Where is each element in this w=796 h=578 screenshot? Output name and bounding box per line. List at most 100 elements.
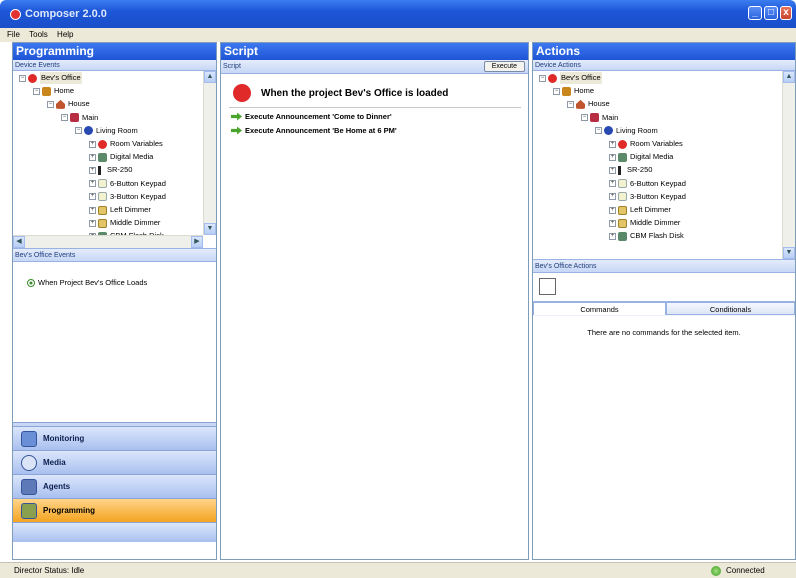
menu-tools[interactable]: Tools (29, 28, 48, 42)
events-tree-node[interactable]: +6-Button Keypad (89, 178, 166, 190)
actions-tree-node[interactable]: − Main (581, 112, 618, 124)
command-1-text: Execute Announcement 'Come to Dinner' (245, 112, 392, 121)
events-tree-node[interactable]: + SR-250 (89, 164, 132, 176)
expand-icon[interactable]: + (609, 153, 616, 161)
script-command-1[interactable]: Execute Announcement 'Come to Dinner' (231, 112, 392, 121)
expand-icon[interactable]: + (609, 206, 616, 214)
script-pane: Script Script Execute When the project B… (220, 42, 529, 560)
radio-icon (27, 278, 35, 287)
expand-icon[interactable]: + (89, 153, 96, 161)
maximize-button[interactable]: □ (764, 6, 778, 20)
device-events-tree[interactable]: +CBM Flash Disk+Middle Dimmer+Left Dimme… (13, 71, 216, 248)
events-tree-node[interactable]: + Room Variables (89, 138, 163, 150)
device-actions-vscroll[interactable]: ▲ ▼ (782, 71, 795, 259)
script-sub-text: Script (223, 63, 241, 70)
events-tree-node[interactable]: + Middle Dimmer (89, 217, 160, 229)
events-tree-node[interactable]: +3-Button Keypad (89, 191, 166, 203)
events-tree-node[interactable]: − Living Room (75, 125, 138, 137)
events-tree-label: 3-Button Keypad (110, 191, 166, 201)
collapse-icon[interactable]: − (61, 114, 68, 122)
media-icon (618, 152, 627, 162)
expand-icon[interactable]: + (609, 180, 616, 188)
actions-header: Actions (533, 43, 795, 60)
expand-icon[interactable]: + (609, 166, 616, 174)
expand-icon[interactable]: + (609, 193, 616, 201)
actions-tree-node[interactable]: − Home (553, 85, 594, 97)
actions-tree-label: Living Room (616, 125, 658, 135)
collapse-icon[interactable]: − (567, 100, 574, 108)
nav-monitoring-label: Monitoring (43, 434, 85, 443)
events-tree-node[interactable]: + Left Dimmer (89, 204, 151, 216)
expand-icon[interactable]: + (89, 193, 96, 201)
device-actions-tree[interactable]: + CBM Flash Disk + Middle Dimmer + Left Dimme… (533, 71, 795, 259)
expand-icon[interactable]: + (609, 140, 616, 148)
menu-file[interactable]: File (7, 28, 20, 42)
expand-icon[interactable]: + (609, 219, 616, 227)
actions-tree-node[interactable]: + Left Dimmer (609, 204, 671, 216)
actions-tree-label: Room Variables (630, 139, 683, 148)
programming-icon (21, 502, 37, 519)
nav-programming-label: Programming (43, 506, 96, 515)
scroll-left-icon[interactable]: ◀ (13, 236, 25, 248)
events-tree-label: Middle Dimmer (110, 218, 161, 228)
expand-icon[interactable]: + (89, 166, 96, 174)
scroll-down-icon[interactable]: ▼ (783, 247, 795, 259)
collapse-icon[interactable]: − (19, 74, 26, 82)
script-command-2[interactable]: Execute Announcement 'Be Home at 6 PM' (231, 126, 397, 135)
actions-tree-node[interactable]: − Living Room (595, 125, 658, 137)
scroll-up-icon[interactable]: ▲ (204, 71, 216, 83)
nav-agents[interactable]: Agents (13, 474, 216, 498)
room-icon (84, 126, 93, 136)
action-placeholder-box[interactable] (539, 278, 556, 295)
actions-tree-node[interactable]: +6-Button Keypad (609, 178, 686, 190)
events-tree-label: Room Variables (110, 139, 163, 148)
actions-tree-node[interactable]: + Room Variables (609, 138, 683, 150)
execute-button[interactable]: Execute (483, 61, 525, 72)
window-title: Composer 2.0.0 (25, 8, 107, 20)
events-tree-node[interactable]: − House (47, 98, 90, 110)
expand-icon[interactable]: + (89, 219, 96, 227)
expand-icon[interactable]: + (89, 206, 96, 214)
actions-tree-node[interactable]: + CBM Flash Disk (609, 230, 684, 242)
scroll-down-icon[interactable]: ▼ (204, 223, 216, 235)
expand-icon[interactable]: + (609, 232, 616, 240)
nav-media[interactable]: Media (13, 450, 216, 474)
collapse-icon[interactable]: − (553, 87, 560, 95)
collapse-icon[interactable]: − (47, 100, 54, 108)
collapse-icon[interactable]: − (75, 127, 82, 135)
expand-icon[interactable]: + (89, 180, 96, 188)
actions-tree-node[interactable]: + Middle Dimmer (609, 217, 680, 229)
events-tree-node[interactable]: − Main (61, 112, 98, 124)
events-tree-node[interactable]: − Home (33, 85, 74, 97)
device-events-hscroll[interactable]: ◀ ▶ (13, 235, 203, 248)
collapse-icon[interactable]: − (33, 87, 40, 95)
scroll-right-icon[interactable]: ▶ (191, 236, 203, 248)
actions-tree-node[interactable]: +3-Button Keypad (609, 191, 686, 203)
event-item[interactable]: When Project Bev's Office Loads (27, 278, 147, 287)
monitoring-icon (21, 430, 37, 447)
minimize-button[interactable]: _ (748, 6, 762, 20)
nav-monitoring[interactable]: Monitoring (13, 426, 216, 450)
actions-tree-node[interactable]: + SR-250 (609, 164, 652, 176)
keypad-icon (618, 179, 627, 189)
events-tree-node[interactable]: − Bev's Office (19, 72, 82, 84)
nav-programming[interactable]: Programming (13, 498, 216, 522)
scroll-up-icon[interactable]: ▲ (783, 71, 795, 83)
collapse-icon[interactable]: − (581, 114, 588, 122)
device-events-vscroll[interactable]: ▲ ▼ (203, 71, 216, 235)
collapse-icon[interactable]: − (595, 127, 602, 135)
collapse-icon[interactable]: − (539, 74, 546, 82)
events-tree-node[interactable]: + Digital Media (89, 151, 153, 163)
actions-tree-label: SR-250 (627, 165, 653, 175)
close-button[interactable]: x (780, 6, 792, 20)
actions-tree-node[interactable]: + Digital Media (609, 151, 673, 163)
keypad-icon (98, 179, 107, 189)
tab-conditionals[interactable]: Conditionals (666, 302, 795, 315)
menu-help[interactable]: Help (57, 28, 73, 42)
actions-tree-node[interactable]: − House (567, 98, 610, 110)
expand-icon[interactable]: + (89, 140, 96, 148)
tab-commands[interactable]: Commands (533, 302, 666, 315)
script-header: Script (221, 43, 528, 60)
actions-tree-node[interactable]: − Bev's Office (539, 72, 602, 84)
events-tree-label: Bev's Office (40, 72, 82, 84)
